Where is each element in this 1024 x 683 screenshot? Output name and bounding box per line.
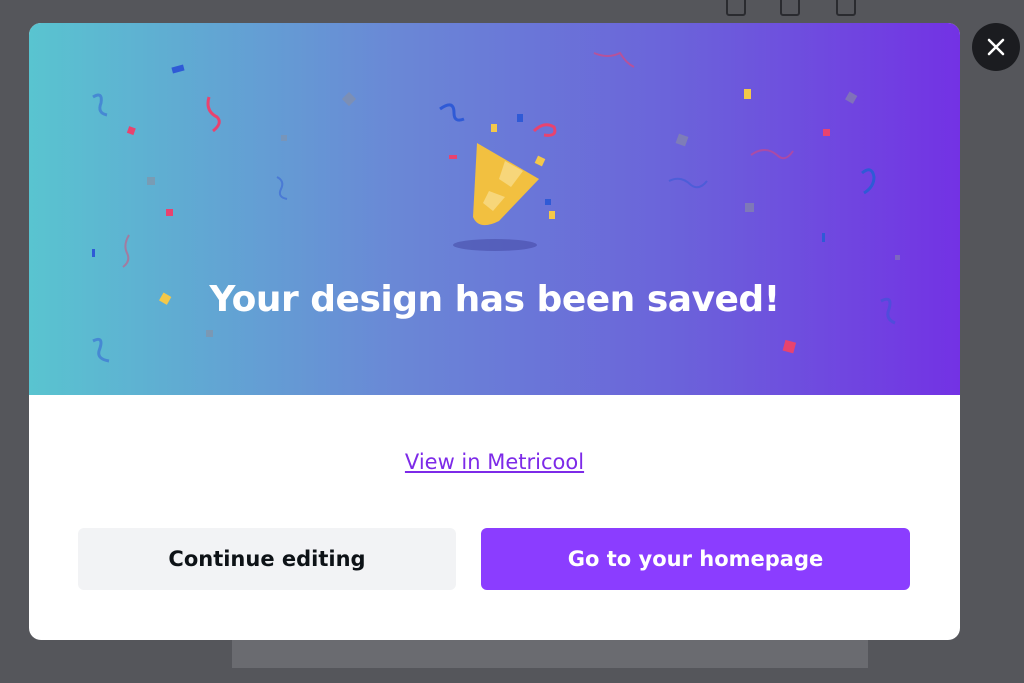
party-popper-icon [453,143,539,251]
page-title: Your design has been saved! [209,279,780,320]
duplicate-icon[interactable] [836,0,856,16]
go-to-homepage-button[interactable]: Go to your homepage [481,528,910,590]
celebration-banner: Your design has been saved! [29,23,960,395]
continue-editing-button[interactable]: Continue editing [78,528,456,590]
close-icon [987,38,1005,56]
save-confirmation-dialog: Your design has been saved! View in Metr… [29,23,960,640]
close-button[interactable] [972,23,1020,71]
view-in-metricool-link[interactable]: View in Metricool [29,450,960,474]
lock-icon[interactable] [726,0,746,16]
add-page-icon[interactable] [780,0,800,16]
